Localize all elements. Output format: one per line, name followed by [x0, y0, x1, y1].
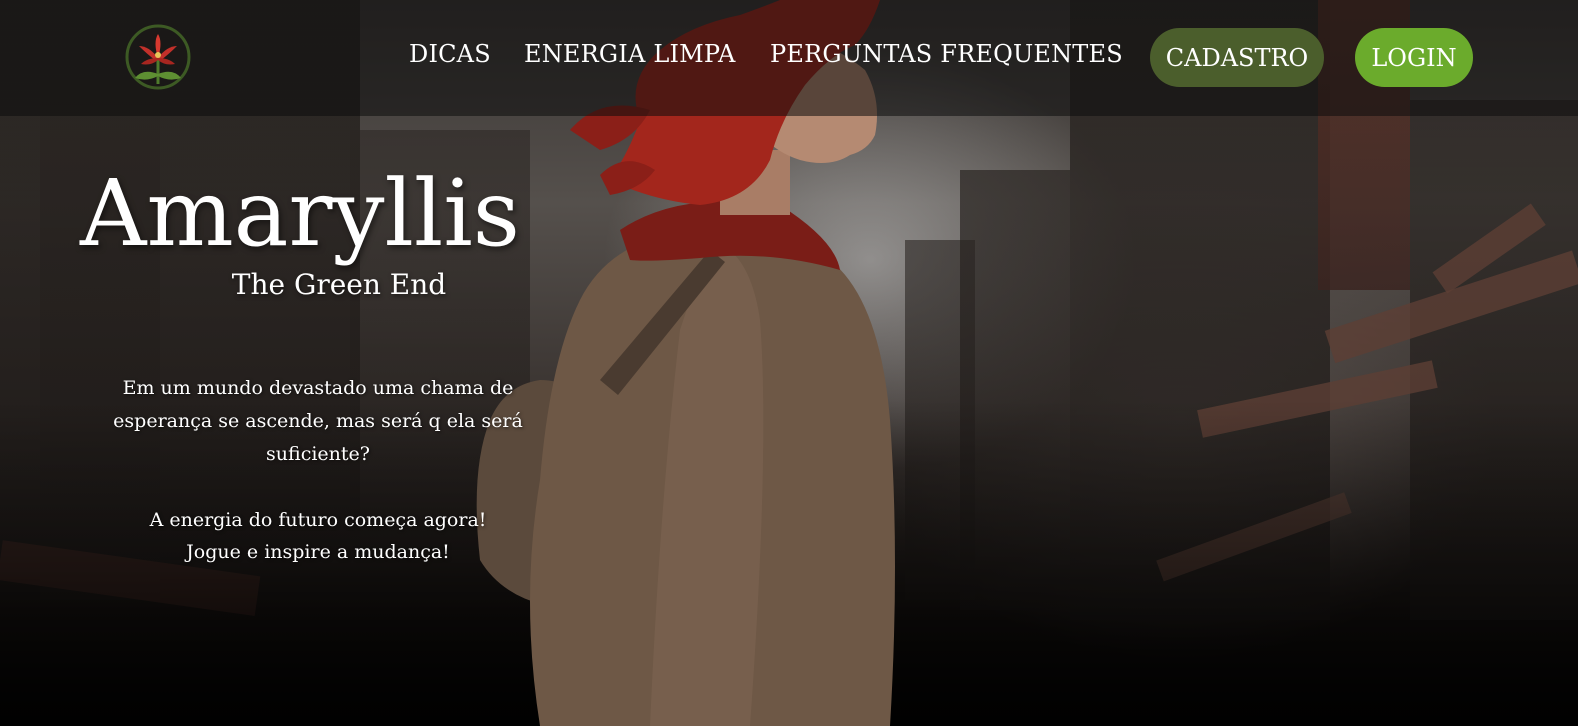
amaryllis-flower-icon [125, 24, 191, 90]
hero-subtitle: The Green End [231, 268, 447, 301]
nav-link-dicas[interactable]: DICAS [409, 40, 491, 68]
hero-tagline: A energia do futuro começa agora! Jogue … [85, 504, 551, 568]
hero-tagline-line-1: A energia do futuro começa agora! [149, 509, 487, 531]
logo[interactable] [125, 24, 191, 90]
cadastro-button[interactable]: CADASTRO [1150, 28, 1324, 87]
hero-tagline-line-2: Jogue e inspire a mudança! [186, 541, 450, 563]
top-navbar: DICAS ENERGIA LIMPA PERGUNTAS FREQUENTES… [0, 0, 1578, 116]
hero-title: Amaryllis [80, 160, 520, 267]
nav-link-energia-limpa[interactable]: ENERGIA LIMPA [524, 40, 736, 68]
landing-page: DICAS ENERGIA LIMPA PERGUNTAS FREQUENTES… [0, 0, 1578, 726]
nav-link-perguntas-frequentes[interactable]: PERGUNTAS FREQUENTES [770, 40, 1123, 68]
login-button[interactable]: LOGIN [1355, 28, 1473, 87]
hero-description: Em um mundo devastado uma chama de esper… [113, 377, 523, 465]
